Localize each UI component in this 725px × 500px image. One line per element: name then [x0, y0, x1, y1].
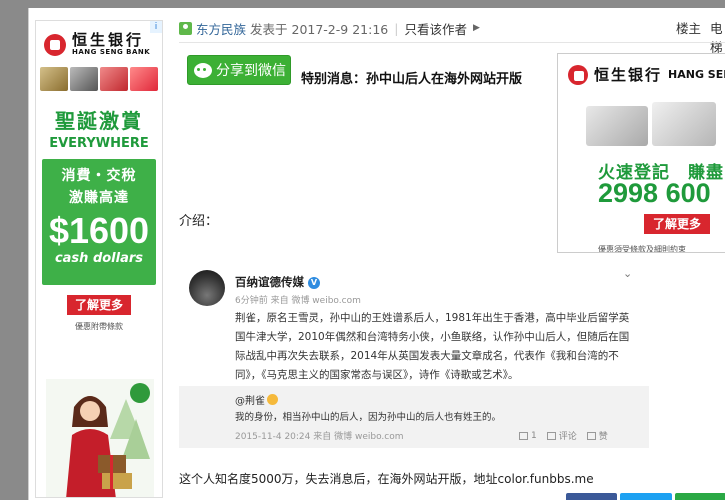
intro-label: 介绍： [179, 214, 219, 229]
ad-offer-sub: cash dollars [54, 251, 144, 266]
share-button-label: 分享到微信 [216, 63, 286, 79]
brand-name-en: HANG SENG BANK [72, 48, 151, 57]
credit-cards-image [36, 63, 162, 95]
ad-offer-line2: 激賺高達 [69, 190, 129, 206]
twitter-share-icon[interactable] [620, 493, 672, 500]
only-author-link[interactable]: 只看该作者 [404, 19, 467, 38]
ad-offer-line1: 消費・交稅 [61, 168, 137, 184]
facebook-share-icon[interactable] [566, 493, 618, 500]
repost-button[interactable]: 1 [519, 429, 537, 442]
learn-more-button[interactable]: 了解更多 [67, 295, 131, 315]
ad-headline-cn: 聖誕激賞 [55, 109, 143, 133]
post-title: 特别消息：孙中山后人在海外网站开版 [301, 72, 523, 87]
weibo-card: 百纳谊德传媒 V 6分钟前 来自 微博 weibo.com ⌄ 荆雀，原名王雪灵，… [179, 263, 651, 448]
post-timestamp: 发表于 2017-2-9 21:16 [250, 21, 389, 37]
like-button[interactable]: 赞 [586, 429, 608, 442]
ad-offer-amount: $1600 [48, 210, 150, 251]
elevator-link[interactable]: 电梯 [710, 18, 725, 56]
chevron-down-icon[interactable]: ⌄ [623, 267, 632, 280]
left-ad-banner[interactable]: i 恒生银行 HANG SENG BANK 聖誕激賞 EVERYWHERE 消費… [35, 20, 163, 498]
ad-fineprint: 優惠附帶條款 [75, 322, 123, 331]
verified-icon: V [308, 277, 320, 289]
comment-button[interactable]: 评论 [546, 429, 577, 442]
avatar[interactable] [189, 270, 225, 306]
ad-offer-amount: 2998 600 [598, 178, 711, 208]
repost-username[interactable]: @荆雀 [235, 392, 278, 407]
author-link[interactable]: 东方民族 [196, 19, 246, 38]
triangle-right-icon[interactable]: ▶ [473, 23, 480, 33]
adchoices-icon[interactable]: i [150, 21, 162, 33]
repost-text: 我的身份，相当孙中山的后人，因为孙中山的后人也有姓王的。 [235, 412, 502, 423]
user-icon [179, 21, 192, 35]
post-header: 东方民族 发表于 2017-2-9 21:16 | 只看该作者 ▶ [179, 16, 725, 40]
header-separator: | [394, 20, 399, 36]
thumbs-up-icon [586, 431, 596, 440]
brand-name-cn: 恒生银行 [594, 66, 663, 84]
weibo-username[interactable]: 百纳谊德传媒 V [235, 274, 320, 290]
right-ad-banner[interactable]: 恒生银行 HANG SENG 火速登記 賺盡 2998 600 了解更多 優惠須… [557, 53, 725, 253]
learn-more-button[interactable]: 了解更多 [644, 214, 710, 234]
brand-name-en: HANG SENG [668, 68, 725, 81]
hang-seng-logo-icon [44, 34, 66, 56]
hang-seng-logo-icon [568, 64, 588, 85]
wechat-icon [194, 62, 212, 78]
ad-headline-en: EVERYWHERE [49, 136, 149, 151]
hang-seng-logo: 恒生银行 HANG SENG [558, 54, 725, 85]
weibo-text: 荆雀，原名王雪灵，孙中山的王姓谱系后人，1981年出生于香港，高中毕业后留学英国… [235, 312, 630, 381]
repost-meta: 2015-11-4 20:24 来自 微博 weibo.com [235, 432, 404, 442]
weibo-repost: @荆雀 我的身份，相当孙中山的后人，因为孙中山的后人也有姓王的。 2015-11… [179, 386, 649, 448]
repost-actions: 1 评论 赞 [519, 429, 608, 442]
social-share-buttons[interactable] [566, 493, 725, 500]
woman-with-gifts-image [46, 379, 154, 497]
weibo-meta: 6分钟前 来自 微博 weibo.com [235, 296, 361, 306]
comment-icon [546, 431, 556, 440]
credit-cards-image [586, 102, 725, 154]
ad-offer-box: 消費・交稅 激賺高達 $1600 cash dollars [42, 159, 156, 285]
floor-label: 楼主 [676, 21, 702, 36]
hang-seng-logo: 恒生银行 HANG SENG BANK [36, 21, 162, 63]
line-share-icon[interactable] [674, 493, 725, 500]
share-icon [519, 431, 528, 440]
share-to-wechat-button[interactable]: 分享到微信 [187, 55, 291, 85]
emoji-icon [267, 394, 278, 405]
brand-name-cn: 恒生银行 [72, 31, 145, 50]
page: i 恒生银行 HANG SENG BANK 聖誕激賞 EVERYWHERE 消費… [28, 8, 725, 500]
ad-fineprint: 優惠須受條款及細則約束 [598, 245, 686, 253]
post-body-text: 这个人知名度5000万，失去消息后，在海外网站开版，地址color.funbbs… [179, 472, 594, 486]
header-divider [179, 42, 725, 43]
